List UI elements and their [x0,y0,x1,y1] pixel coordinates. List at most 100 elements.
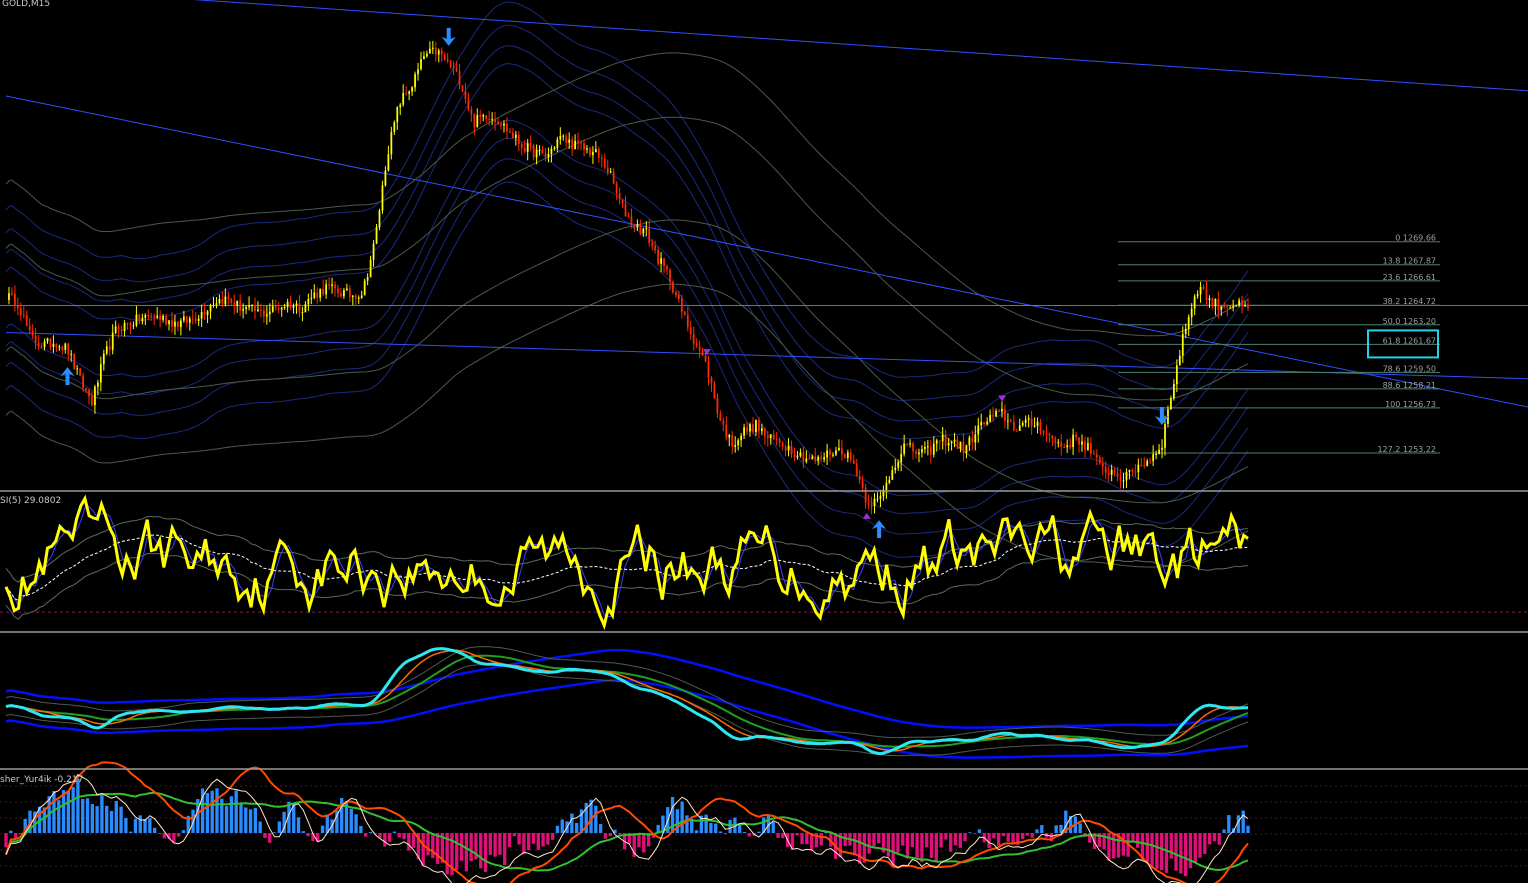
candle-body [28,325,31,331]
candle-body [728,434,731,438]
fisher-histogram-bar [431,833,435,859]
candle-body [268,311,271,315]
candle-body [298,303,301,313]
rsi-pane[interactable] [0,494,1528,631]
candle-body [1137,464,1140,473]
candle-body [177,321,179,328]
fisher-histogram-bar [9,830,13,833]
candle-body [826,450,828,458]
candle-body [719,413,722,421]
candle-body [511,132,514,139]
candle-body [1220,306,1223,310]
candle-body [310,297,313,299]
candle-body [1095,454,1098,458]
candle-body [921,449,923,453]
candle-body [224,296,227,305]
candle-body [1039,421,1042,431]
candle-body [1084,441,1086,450]
candle-body [574,140,577,150]
candle-body [458,71,461,86]
envelope-band-grey [5,52,1249,337]
candle-body [150,315,153,317]
fisher-histogram-bar [877,833,881,844]
envelope-band-line [5,181,1249,558]
candle-body [43,341,46,348]
candle-body [802,452,805,462]
candle-body [464,91,467,99]
fisher-histogram-bar [853,833,857,856]
candle-body [67,343,70,355]
candle-body [105,346,108,354]
candle-body [446,59,449,61]
candle-body [488,119,491,121]
fisher-histogram-bar [536,833,540,850]
candle-body [257,309,259,312]
candle-body [1092,453,1095,455]
candle-body [1116,473,1119,477]
fisher-histogram-bar [71,786,75,833]
candle-body [627,216,630,218]
candle-body [227,296,230,299]
candle-body [609,171,612,173]
candle-body [769,434,772,439]
candle-body [345,288,348,291]
candle-body [998,410,1000,412]
candle-body [443,54,446,60]
candle-body [1184,328,1187,335]
candle-body [351,295,354,298]
candle-body [983,422,986,425]
fisher-histogram-bar [925,833,929,848]
candle-body [683,311,686,315]
candle-body [289,301,292,308]
candle-body [603,158,606,168]
candle-body [1051,435,1054,439]
candle-body [277,307,280,310]
candle-body [660,258,662,264]
envelope-band-line [5,158,1249,535]
candle-body [817,456,820,461]
candle-body [618,193,621,200]
candle-body [1226,306,1229,308]
fisher-histogram-bar [349,808,353,833]
candle-body [343,290,345,297]
candle-body [915,451,917,455]
fisher-histogram-bar [1183,833,1188,877]
candle-body [1143,464,1146,466]
candle-body [239,300,242,311]
fisher-histogram-bar [891,833,895,867]
candle-body [1146,460,1149,466]
fisher-histogram-bar [244,807,248,833]
candle-body [1178,355,1181,366]
fisher-histogram-bar [1241,810,1245,833]
candle-body [870,504,873,507]
candle-body [1048,433,1051,436]
candle-body [1021,422,1024,426]
candle-body [1235,305,1238,307]
candle-body [995,410,997,417]
candle-body [165,316,167,325]
fisher-histogram-bar [272,832,277,834]
fisher-histogram-bar [397,833,401,838]
candle-body [594,149,597,153]
candle-body [980,422,983,426]
ma-pane[interactable] [5,646,1249,759]
fisher-histogram-bar [234,790,238,833]
ma-blue-upper [5,648,1249,729]
candle-body [212,304,215,306]
candle-body [1202,286,1205,289]
candle-body [1101,463,1104,467]
candle-body [755,419,757,433]
candle-body [322,288,325,295]
rsi-smooth-blue [5,506,1249,618]
candle-body [292,305,295,308]
main-price-pane[interactable] [0,0,1528,568]
fisher-pane[interactable] [0,761,1528,883]
candle-body [168,320,170,325]
candle-body [1004,409,1006,421]
fisher-histogram-bar [963,833,967,842]
trading-chart[interactable]: GOLD,M15 SI(5) 29.0802 sher_Yur4ik -0.21… [0,0,1528,883]
candle-body [97,382,99,387]
fisher-histogram-bar [512,833,516,837]
candle-body [630,216,633,226]
candle-body [1001,409,1003,412]
